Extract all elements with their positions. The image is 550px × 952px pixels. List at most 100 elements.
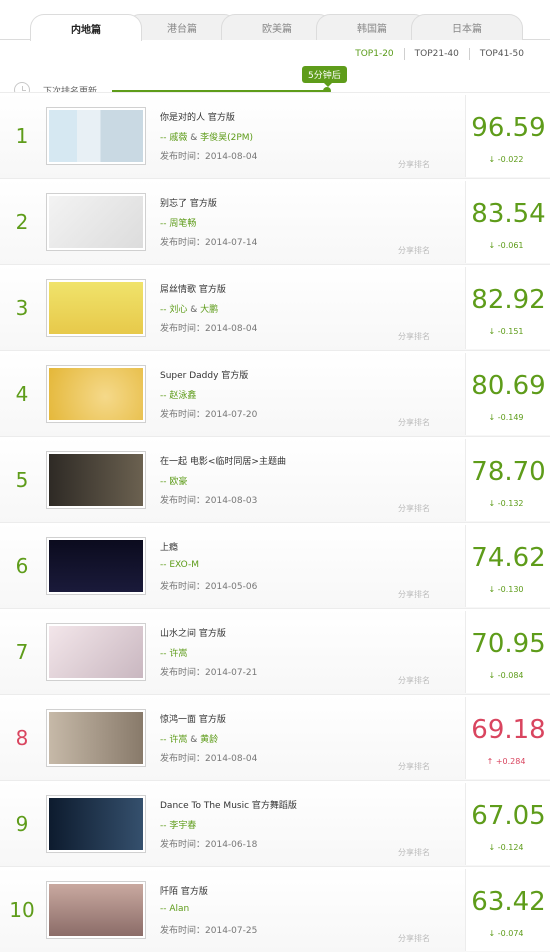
artist-dash: -- xyxy=(160,735,170,745)
chart-row[interactable]: 7 山水之间 官方版 -- 许嵩 发布时间：2014-07-21 分享排名 70… xyxy=(0,608,550,694)
score-value: 67.05 xyxy=(471,801,546,831)
score-delta: ↑ +0.284 xyxy=(466,757,546,766)
song-title[interactable]: 别忘了 官方版 xyxy=(160,196,217,209)
chart-row[interactable]: 1 你是对的人 官方版 -- 戚薇 & 李俊昊(2PM) 发布时间：2014-0… xyxy=(0,92,550,178)
artist-link[interactable]: 刘心 xyxy=(169,305,187,315)
range-tabs: TOP1-20 TOP21-40 TOP41-50 xyxy=(345,48,534,60)
tab-mainland[interactable]: 内地篇 xyxy=(30,14,142,41)
artist-link[interactable]: 黄龄 xyxy=(200,735,218,745)
chart-row[interactable]: 9 Dance To The Music 官方舞蹈版 -- 李宇春 发布时间：2… xyxy=(0,780,550,866)
song-title[interactable]: 阡陌 官方版 xyxy=(160,884,208,897)
video-thumbnail[interactable] xyxy=(46,795,146,853)
range-top1-20[interactable]: TOP1-20 xyxy=(345,48,403,60)
chart-row[interactable]: 8 惊鸿一面 官方版 -- 许嵩 & 黄龄 发布时间：2014-08-04 分享… xyxy=(0,694,550,780)
artist-line: -- 刘心 & 大鹏 xyxy=(160,302,218,315)
share-ranking-link[interactable]: 分享排名 xyxy=(398,589,430,600)
score-panel: 63.42 ↓ -0.074 xyxy=(465,869,550,951)
artist-link[interactable]: 许嵩 xyxy=(169,735,187,745)
artist-link[interactable]: 赵泳鑫 xyxy=(169,391,196,401)
artist-link[interactable]: 李俊昊(2PM) xyxy=(200,133,253,143)
artist-link[interactable]: Alan xyxy=(169,904,189,914)
chart-row[interactable]: 3 屌丝情歌 官方版 -- 刘心 & 大鹏 发布时间：2014-08-04 分享… xyxy=(0,264,550,350)
range-top41-50[interactable]: TOP41-50 xyxy=(468,48,534,60)
artist-line: -- 欧豪 xyxy=(160,474,187,487)
artist-link[interactable]: 周笔畅 xyxy=(169,219,196,229)
date-prefix: 发布时间： xyxy=(160,152,206,162)
score-delta: ↓ -0.130 xyxy=(466,585,546,594)
song-title[interactable]: 屌丝情歌 官方版 xyxy=(160,282,226,295)
artist-link[interactable]: 欧豪 xyxy=(169,477,187,487)
date-value: 2014-07-14 xyxy=(205,238,258,248)
release-date: 发布时间：2014-05-06 xyxy=(160,579,257,592)
song-title[interactable]: 你是对的人 官方版 xyxy=(160,110,235,123)
share-ranking-link[interactable]: 分享排名 xyxy=(398,847,430,858)
release-date: 发布时间：2014-08-03 xyxy=(160,493,257,506)
arrow-down-icon: ↓ xyxy=(488,929,496,938)
share-ranking-link[interactable]: 分享排名 xyxy=(398,159,430,170)
score-delta: ↓ -0.149 xyxy=(466,413,546,422)
arrow-down-icon: ↓ xyxy=(488,155,496,164)
chart-row[interactable]: 6 上瘾 -- EXO-M 发布时间：2014-05-06 分享排名 74.62… xyxy=(0,522,550,608)
score-delta: ↓ -0.074 xyxy=(466,929,546,938)
song-title[interactable]: 山水之间 官方版 xyxy=(160,626,226,639)
score-value: 78.70 xyxy=(471,457,546,487)
tab-japan[interactable]: 日本篇 xyxy=(411,14,523,40)
video-thumbnail[interactable] xyxy=(46,709,146,767)
share-ranking-link[interactable]: 分享排名 xyxy=(398,761,430,772)
video-thumbnail[interactable] xyxy=(46,881,146,939)
video-thumbnail[interactable] xyxy=(46,623,146,681)
video-thumbnail[interactable] xyxy=(46,537,146,595)
song-title[interactable]: Dance To The Music 官方舞蹈版 xyxy=(160,798,297,811)
delta-value: -0.061 xyxy=(497,241,524,250)
video-thumbnail[interactable] xyxy=(46,451,146,509)
arrow-down-icon: ↓ xyxy=(488,499,496,508)
artist-dash: -- xyxy=(160,649,170,659)
share-ranking-link[interactable]: 分享排名 xyxy=(398,331,430,342)
share-ranking-link[interactable]: 分享排名 xyxy=(398,675,430,686)
score-value: 63.42 xyxy=(471,887,546,917)
date-value: 2014-05-06 xyxy=(205,582,258,592)
artist-link[interactable]: 大鹏 xyxy=(200,305,218,315)
chart-row[interactable]: 10 阡陌 官方版 -- Alan 发布时间：2014-07-25 分享排名 6… xyxy=(0,866,550,952)
video-thumbnail[interactable] xyxy=(46,193,146,251)
artist-separator: & xyxy=(187,305,201,315)
release-date: 发布时间：2014-08-04 xyxy=(160,751,257,764)
release-date: 发布时间：2014-08-04 xyxy=(160,149,257,162)
share-ranking-link[interactable]: 分享排名 xyxy=(398,245,430,256)
artist-link[interactable]: 李宇春 xyxy=(169,821,196,831)
score-delta: ↓ -0.132 xyxy=(466,499,546,508)
delta-value: -0.084 xyxy=(497,671,524,680)
score-panel: 96.59 ↓ -0.022 xyxy=(465,95,550,177)
chart-row[interactable]: 5 在一起 电影<临时同居>主题曲 -- 欧豪 发布时间：2014-08-03 … xyxy=(0,436,550,522)
score-panel: 82.92 ↓ -0.151 xyxy=(465,267,550,349)
score-value: 70.95 xyxy=(471,629,546,659)
share-ranking-link[interactable]: 分享排名 xyxy=(398,933,430,944)
chart-row[interactable]: 4 Super Daddy 官方版 -- 赵泳鑫 发布时间：2014-07-20… xyxy=(0,350,550,436)
delta-value: -0.151 xyxy=(497,327,524,336)
date-prefix: 发布时间： xyxy=(160,582,206,592)
artist-link[interactable]: 戚薇 xyxy=(169,133,187,143)
artist-link[interactable]: 许嵩 xyxy=(169,649,187,659)
artist-link[interactable]: EXO-M xyxy=(169,560,199,570)
video-thumbnail[interactable] xyxy=(46,107,146,165)
countdown-badge: 5分钟后 xyxy=(302,66,347,87)
date-value: 2014-08-04 xyxy=(205,754,258,764)
score-panel: 69.18 ↑ +0.284 xyxy=(465,697,550,779)
delta-value: -0.149 xyxy=(497,413,524,422)
date-prefix: 发布时间： xyxy=(160,926,206,936)
artist-dash: -- xyxy=(160,821,170,831)
song-title[interactable]: Super Daddy 官方版 xyxy=(160,368,248,381)
release-date: 发布时间：2014-07-25 xyxy=(160,923,257,936)
song-title[interactable]: 惊鸿一面 官方版 xyxy=(160,712,226,725)
share-ranking-link[interactable]: 分享排名 xyxy=(398,417,430,428)
song-title[interactable]: 上瘾 xyxy=(160,540,178,553)
video-thumbnail[interactable] xyxy=(46,365,146,423)
share-ranking-link[interactable]: 分享排名 xyxy=(398,503,430,514)
range-top21-40[interactable]: TOP21-40 xyxy=(403,48,469,60)
song-title[interactable]: 在一起 电影<临时同居>主题曲 xyxy=(160,454,286,467)
score-value: 82.92 xyxy=(471,285,546,315)
artist-line: -- 赵泳鑫 xyxy=(160,388,196,401)
video-thumbnail[interactable] xyxy=(46,279,146,337)
score-value: 96.59 xyxy=(471,113,546,143)
chart-row[interactable]: 2 别忘了 官方版 -- 周笔畅 发布时间：2014-07-14 分享排名 83… xyxy=(0,178,550,264)
